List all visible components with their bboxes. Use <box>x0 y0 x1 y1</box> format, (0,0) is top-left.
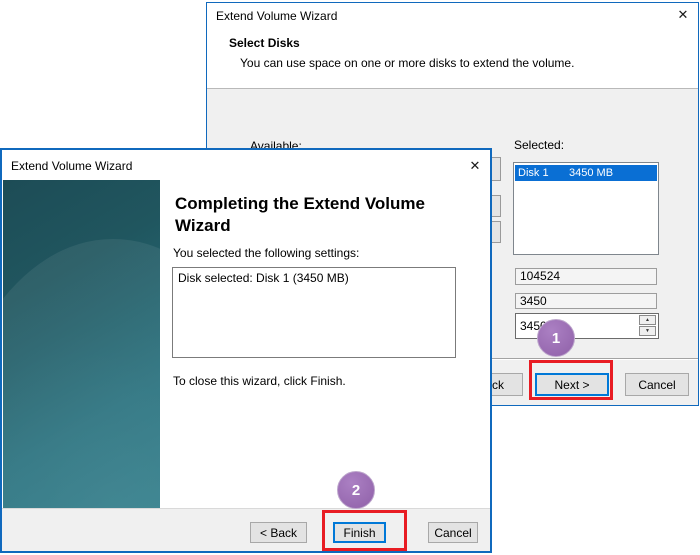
settings-summary-box[interactable]: Disk selected: Disk 1 (3450 MB) <box>172 267 456 358</box>
wizard-sidebar-art <box>3 180 160 508</box>
fg-button-strip <box>2 508 490 551</box>
completion-heading: Completing the Extend Volume Wizard <box>175 193 463 237</box>
hidden-remove-button-fragment[interactable] <box>492 195 501 217</box>
extend-volume-wizard-completing-window: Extend Volume Wizard ✕ Completing the Ex… <box>0 148 492 553</box>
selected-disk-name: Disk 1 <box>518 165 549 181</box>
finish-button-highlight <box>322 510 407 551</box>
bg-close-icon[interactable]: ✕ <box>674 6 692 24</box>
fg-window-title: Extend Volume Wizard <box>11 159 132 173</box>
bg-title-bar: Extend Volume Wizard <box>207 3 698 29</box>
minimum-space-field[interactable]: 3450 <box>515 293 657 309</box>
fg-back-button[interactable]: < Back <box>250 522 307 543</box>
screen: Extend Volume Wizard ✕ Select Disks You … <box>0 0 700 555</box>
bg-wizard-header: Select Disks You can use space on one or… <box>207 29 698 89</box>
selected-disk-size: 3450 MB <box>569 165 613 181</box>
fg-close-icon[interactable]: ✕ <box>466 157 484 175</box>
fg-cancel-button[interactable]: Cancel <box>428 522 478 543</box>
bg-page-description: You can use space on one or more disks t… <box>240 56 574 70</box>
maximum-space-field[interactable]: 104524 <box>515 268 657 285</box>
bg-page-title: Select Disks <box>229 36 300 50</box>
step-2-badge: 2 <box>337 471 375 509</box>
next-button-highlight <box>529 360 613 400</box>
hidden-button-fragment[interactable] <box>492 221 501 243</box>
bg-cancel-button[interactable]: Cancel <box>625 373 689 396</box>
spinner-up-icon[interactable]: ▲ <box>639 315 656 325</box>
hidden-add-button-fragment[interactable] <box>492 157 501 181</box>
selected-label: Selected: <box>514 138 564 152</box>
closing-instruction: To close this wizard, click Finish. <box>173 374 346 388</box>
fg-title-bar: Extend Volume Wizard <box>2 150 490 180</box>
spinner: ▲ ▼ <box>639 315 656 337</box>
selected-disk-row[interactable]: Disk 1 3450 MB <box>515 165 657 181</box>
step-1-badge: 1 <box>537 319 575 357</box>
spinner-down-icon[interactable]: ▼ <box>639 326 656 336</box>
settings-label: You selected the following settings: <box>173 246 359 260</box>
selected-disks-listbox[interactable]: Disk 1 3450 MB <box>513 162 659 255</box>
settings-summary-item: Disk selected: Disk 1 (3450 MB) <box>178 271 349 285</box>
bg-window-title: Extend Volume Wizard <box>216 9 337 23</box>
